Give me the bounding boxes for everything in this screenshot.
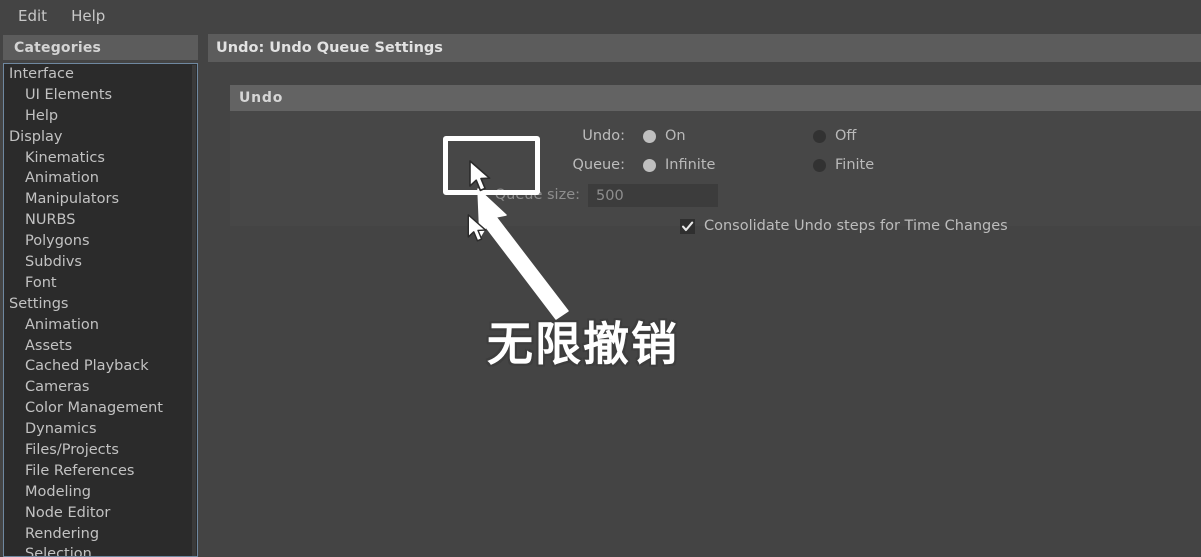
- consolidate-checkbox-label: Consolidate Undo steps for Time Changes: [704, 218, 1008, 234]
- queue-row-label: Queue:: [572, 157, 625, 173]
- sidebar-item-display[interactable]: Display: [4, 127, 197, 148]
- sidebar-item-help[interactable]: Help: [4, 106, 197, 127]
- radio-queue-infinite-label: Infinite: [665, 157, 716, 173]
- sidebar-item-settings[interactable]: Settings: [4, 294, 197, 315]
- sidebar-item-cameras[interactable]: Cameras: [4, 377, 197, 398]
- sidebar-item-subdivs[interactable]: Subdivs: [4, 252, 197, 273]
- maya-preferences-window: Edit Help Categories Interface UI Element…: [0, 0, 1201, 557]
- categories-list[interactable]: Interface UI Elements Help Display Kinematic…: [3, 63, 198, 557]
- undo-frame: Undo Undo: On Off Queue: Infinite Finite…: [230, 85, 1201, 234]
- undo-frame-body: Undo: On Off Queue: Infinite Finite Queu…: [230, 111, 1201, 234]
- radio-undo-off[interactable]: Off: [813, 122, 856, 150]
- sidebar-item-modeling[interactable]: Modeling: [4, 482, 197, 503]
- sidebar-item-interface[interactable]: Interface: [4, 64, 197, 85]
- menu-item-edit[interactable]: Edit: [8, 4, 57, 28]
- radio-undo-on[interactable]: On: [643, 122, 686, 150]
- main-panel: Undo: Undo Queue Settings Undo Undo: On …: [208, 32, 1201, 557]
- sidebar-item-polygons[interactable]: Polygons: [4, 231, 197, 252]
- sidebar-item-rendering[interactable]: Rendering: [4, 524, 197, 545]
- categories-header: Categories: [3, 35, 198, 60]
- sidebar-item-node-editor[interactable]: Node Editor: [4, 503, 197, 524]
- categories-header-label: Categories: [14, 39, 102, 56]
- checkbox-checked-icon[interactable]: [680, 218, 695, 234]
- undo-frame-header-label: Undo: [239, 90, 284, 106]
- radio-dot-infinite-icon: [643, 158, 656, 172]
- sidebar-item-assets[interactable]: Assets: [4, 336, 197, 357]
- sidebar-item-selection[interactable]: Selection: [4, 544, 197, 556]
- sidebar-item-animation[interactable]: Animation: [4, 315, 197, 336]
- sidebar-item-ui-elements[interactable]: UI Elements: [4, 85, 197, 106]
- radio-dot-finite-icon: [813, 158, 826, 172]
- radio-dot-on-icon: [643, 129, 656, 143]
- page-title: Undo: Undo Queue Settings: [216, 40, 443, 56]
- queue-size-input[interactable]: [588, 184, 718, 207]
- sidebar-item-nurbs[interactable]: NURBS: [4, 210, 197, 231]
- queue-size-label: Queue size:: [494, 187, 580, 203]
- sidebar-item-animation[interactable]: Animation: [4, 168, 197, 189]
- menu-bar: Edit Help: [0, 0, 1201, 32]
- panel-title-bar: Undo: Undo Queue Settings: [208, 34, 1201, 62]
- menu-item-help[interactable]: Help: [61, 4, 115, 28]
- sidebar-item-manipulators[interactable]: Manipulators: [4, 189, 197, 210]
- sidebar-item-dynamics[interactable]: Dynamics: [4, 419, 197, 440]
- consolidate-checkbox-row[interactable]: Consolidate Undo steps for Time Changes: [680, 218, 1008, 234]
- radio-queue-finite-label: Finite: [835, 157, 875, 173]
- queue-size-row: Queue size:: [230, 181, 1201, 209]
- radio-queue-infinite[interactable]: Infinite: [643, 151, 715, 179]
- radio-undo-on-label: On: [665, 128, 686, 144]
- radio-undo-off-label: Off: [835, 128, 857, 144]
- radio-queue-finite[interactable]: Finite: [813, 151, 874, 179]
- sidebar-item-cached-playback[interactable]: Cached Playback: [4, 356, 197, 377]
- sidebar-item-files-projects[interactable]: Files/Projects: [4, 440, 197, 461]
- radio-dot-off-icon: [813, 129, 826, 143]
- sidebar-item-file-references[interactable]: File References: [4, 461, 197, 482]
- sidebar-item-font[interactable]: Font: [4, 273, 197, 294]
- undo-frame-header: Undo: [230, 85, 1201, 111]
- undo-row: Undo: On Off: [230, 122, 1201, 150]
- queue-row: Queue: Infinite Finite: [230, 151, 1201, 179]
- sidebar-item-kinematics[interactable]: Kinematics: [4, 148, 197, 169]
- undo-row-label: Undo:: [582, 128, 625, 144]
- categories-column: Categories Interface UI Elements Help Displ…: [0, 32, 201, 557]
- sidebar-item-color-management[interactable]: Color Management: [4, 398, 197, 419]
- categories-scrollbar[interactable]: [192, 65, 196, 556]
